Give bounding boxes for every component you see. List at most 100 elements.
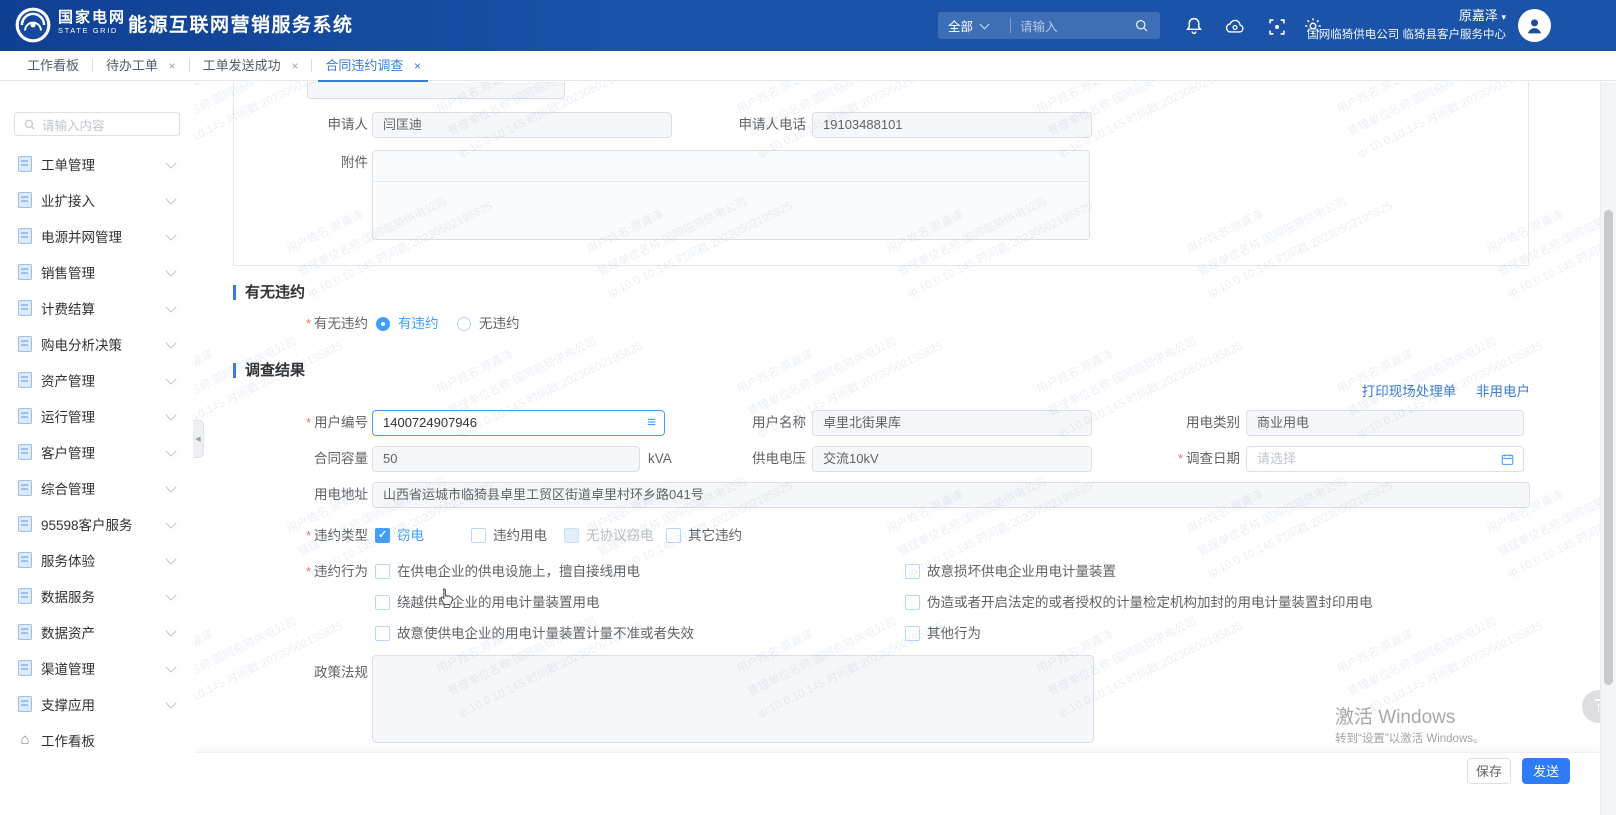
sidebar-item-assets[interactable]: 资产管理 xyxy=(0,362,195,398)
category-field: 商业用电 xyxy=(1246,410,1524,436)
user-block[interactable]: 原嘉泽 ▾ 国网临猗供电公司 临猗县客户服务中心 xyxy=(1226,8,1506,42)
sidebar-item-comprehensive[interactable]: 综合管理 xyxy=(0,470,195,506)
top-header: 国家电网 STATE GRID 能源互联网营销服务系统 全部 请输入 xyxy=(0,0,1616,51)
checkbox-behavior-left-1[interactable] xyxy=(375,564,390,579)
chevron-down-icon xyxy=(165,481,176,492)
sidebar-item-expansion-access[interactable]: 业扩接入 xyxy=(0,182,195,218)
sidebar-menu: 工单管理 业扩接入 电源并网管理 销售管理 计费结算 购电分析决策 资产管理 运… xyxy=(0,146,195,758)
document-icon xyxy=(18,336,32,352)
radio-no-violation[interactable] xyxy=(457,317,471,331)
sidebar-item-data-assets[interactable]: 数据资产 xyxy=(0,614,195,650)
brand-text: 国家电网 STATE GRID xyxy=(58,9,126,35)
sidebar-item-billing[interactable]: 计费结算 xyxy=(0,290,195,326)
search-icon[interactable] xyxy=(1134,18,1149,33)
checkbox-other-violation[interactable] xyxy=(666,528,681,543)
applicant-label: 申请人 xyxy=(195,112,368,138)
chevron-down-icon xyxy=(165,589,176,600)
checkbox-behavior-right-1-label[interactable]: 故意损坏供电企业用电计量装置 xyxy=(927,559,1116,585)
applicant-phone-field: 19103488101 xyxy=(812,112,1092,138)
checkbox-behavior-right-1[interactable] xyxy=(905,564,920,579)
radio-has-violation[interactable] xyxy=(376,317,390,331)
search-scope-select[interactable]: 全部 xyxy=(938,16,1010,35)
sidebar-search-input[interactable]: 请输入内容 xyxy=(14,112,180,136)
radio-no-violation-label[interactable]: 无违约 xyxy=(479,311,520,337)
chevron-down-icon xyxy=(165,445,176,456)
activate-windows-line1: 激活 Windows xyxy=(1335,702,1455,729)
sidebar-item-work-order[interactable]: 工单管理 xyxy=(0,146,195,182)
tab-workboard[interactable]: 工作看板 xyxy=(14,51,92,81)
scrollbar-thumb[interactable] xyxy=(1604,210,1613,685)
checkbox-contract-breach-usage-label[interactable]: 违约用电 xyxy=(493,523,547,549)
sidebar-item-customer[interactable]: 客户管理 xyxy=(0,434,195,470)
close-icon[interactable]: × xyxy=(291,59,298,73)
survey-date-field[interactable]: 请选择 xyxy=(1246,446,1524,472)
non-power-user-link[interactable]: 非用电户 xyxy=(1476,384,1530,399)
document-icon xyxy=(18,408,32,424)
checkbox-other-violation-label[interactable]: 其它违约 xyxy=(688,523,742,549)
sidebar-item-operation[interactable]: 运行管理 xyxy=(0,398,195,434)
chevron-down-icon xyxy=(165,409,176,420)
chevron-down-icon xyxy=(165,517,176,528)
sidebar-item-grid-connection[interactable]: 电源并网管理 xyxy=(0,218,195,254)
capacity-label: 合同容量 xyxy=(195,446,368,472)
send-button[interactable]: 发送 xyxy=(1522,758,1570,784)
tab-todo-orders[interactable]: 待办工单 × xyxy=(93,51,189,81)
document-icon xyxy=(18,660,32,676)
save-button[interactable]: 保存 xyxy=(1467,758,1511,784)
sidebar-search-placeholder: 请输入内容 xyxy=(42,115,105,134)
checkbox-electricity-theft[interactable] xyxy=(375,528,390,543)
sidebar-item-purchase-analysis[interactable]: 购电分析决策 xyxy=(0,326,195,362)
document-icon xyxy=(18,552,32,568)
checkbox-behavior-left-1-label[interactable]: 在供电企业的供电设施上，擅自接线用电 xyxy=(397,559,640,585)
violation-field-label: *有无违约 xyxy=(195,311,368,337)
checkbox-behavior-left-2[interactable] xyxy=(375,595,390,610)
chevron-down-icon xyxy=(165,661,176,672)
clipped-top-field xyxy=(307,82,565,99)
sidebar-item-data-service[interactable]: 数据服务 xyxy=(0,578,195,614)
sidebar-item-sales[interactable]: 销售管理 xyxy=(0,254,195,290)
close-icon[interactable]: × xyxy=(414,59,421,73)
sidebar-item-channel[interactable]: 渠道管理 xyxy=(0,650,195,686)
chevron-down-icon xyxy=(165,337,176,348)
checkbox-behavior-left-3-label[interactable]: 故意使供电企业的用电计量装置计量不准或者失效 xyxy=(397,621,694,647)
user-no-field[interactable]: 1400724907946 ≡ xyxy=(372,410,665,436)
chevron-down-icon xyxy=(165,229,176,240)
category-label: 用电类别 xyxy=(1067,410,1240,436)
sidebar-item-workboard[interactable]: ⌂工作看板 xyxy=(0,722,195,758)
print-site-sheet-link[interactable]: 打印现场处理单 xyxy=(1362,384,1457,399)
checkbox-behavior-right-2[interactable] xyxy=(905,595,920,610)
sidebar-item-95598-service[interactable]: 95598客户服务 xyxy=(0,506,195,542)
sidebar-item-service-experience[interactable]: 服务体验 xyxy=(0,542,195,578)
address-label: 用电地址 xyxy=(195,482,368,508)
checkbox-behavior-right-2-label[interactable]: 伪造或者开启法定的或者授权的计量检定机构加封的用电计量装置封印用电 xyxy=(927,590,1373,616)
radio-has-violation-label[interactable]: 有违约 xyxy=(398,311,439,337)
search-scope-value: 全部 xyxy=(948,16,973,35)
checkbox-behavior-right-3-label[interactable]: 其他行为 xyxy=(927,621,981,647)
violation-behavior-label: *违约行为 xyxy=(195,559,368,585)
checkbox-behavior-left-3[interactable] xyxy=(375,626,390,641)
tab-contract-violation-survey[interactable]: 合同违约调查 × xyxy=(312,51,434,81)
document-icon xyxy=(18,444,32,460)
chevron-down-icon xyxy=(980,19,990,29)
calendar-icon[interactable] xyxy=(1500,447,1515,471)
chevron-down-icon xyxy=(165,373,176,384)
state-grid-logo-icon xyxy=(14,6,52,49)
checkbox-behavior-right-3[interactable] xyxy=(905,626,920,641)
sidebar-collapse-handle[interactable]: ◀ xyxy=(193,420,204,458)
attachment-area xyxy=(372,150,1090,240)
checkbox-contract-breach-usage[interactable] xyxy=(471,528,486,543)
avatar[interactable] xyxy=(1518,9,1551,42)
checkbox-electricity-theft-label[interactable]: 窃电 xyxy=(397,523,424,549)
user-name: 原嘉泽 ▾ xyxy=(1226,8,1506,25)
tab-order-sent[interactable]: 工单发送成功 × xyxy=(190,51,312,81)
checkbox-behavior-left-2-label[interactable]: 绕越供电企业的用电计量装置用电 xyxy=(397,590,600,616)
sidebar-item-support-apps[interactable]: 支撑应用 xyxy=(0,686,195,722)
app-window: 国家电网 STATE GRID 能源互联网营销服务系统 全部 请输入 xyxy=(0,0,1616,815)
user-name-label: 用户名称 xyxy=(633,410,806,436)
document-icon xyxy=(18,228,32,244)
footer-bar xyxy=(195,752,1601,815)
close-icon[interactable]: × xyxy=(169,59,176,73)
home-icon: ⌂ xyxy=(18,733,32,747)
bell-icon[interactable] xyxy=(1183,15,1205,37)
global-search[interactable]: 全部 请输入 xyxy=(938,12,1160,39)
